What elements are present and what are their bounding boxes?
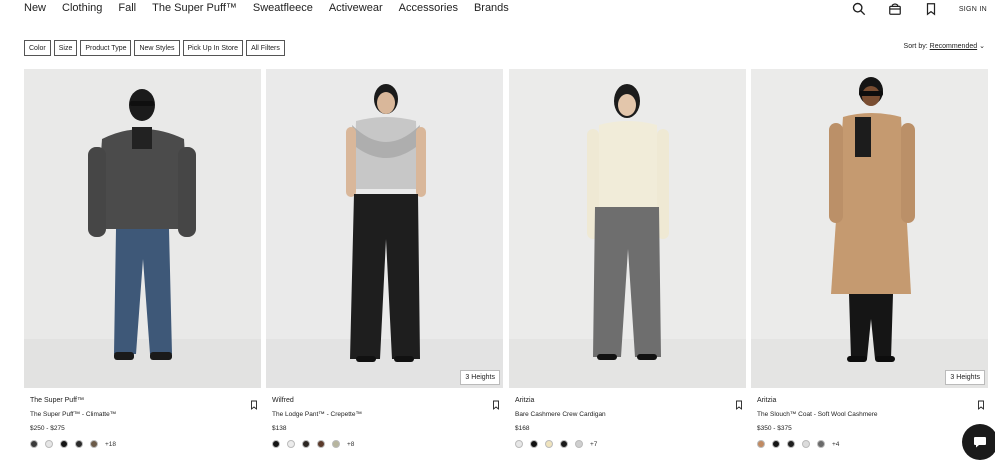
product-image[interactable]: 3 Heights	[266, 69, 503, 388]
nav-actions: SIGN IN	[851, 0, 995, 18]
chat-button[interactable]	[962, 424, 995, 460]
color-swatch[interactable]	[287, 440, 295, 448]
product-name[interactable]: The Lodge Pant™ - Crepette™	[272, 411, 362, 418]
color-swatch[interactable]	[332, 440, 340, 448]
nav-link-clothing[interactable]: Clothing	[62, 2, 102, 14]
product-price: $168	[515, 425, 530, 432]
bag-icon[interactable]	[887, 1, 903, 17]
color-swatch[interactable]	[817, 440, 825, 448]
sign-in-link[interactable]: SIGN IN	[959, 6, 987, 13]
top-navigation: New Clothing Fall The Super Puff™ Sweatf…	[0, 0, 995, 20]
bookmark-icon[interactable]	[923, 1, 939, 17]
more-colors-count[interactable]: +18	[105, 441, 116, 448]
product-card[interactable]: The Super Puff™ The Super Puff™ - Climat…	[24, 69, 261, 459]
product-name[interactable]: The Super Puff™ - Climatte™	[30, 411, 116, 418]
product-card[interactable]: 3 Heights Wilfred The Lodge Pant™ - Crep…	[266, 69, 503, 459]
filter-pick-up-in-store-button[interactable]: Pick Up In Store	[182, 40, 244, 56]
product-card[interactable]: 3 Heights Aritzia The Slouch™ Coat - Sof…	[751, 69, 988, 459]
product-grid: The Super Puff™ The Super Puff™ - Climat…	[24, 69, 988, 459]
nav-link-fall[interactable]: Fall	[118, 2, 136, 14]
color-swatch[interactable]	[317, 440, 325, 448]
color-swatch[interactable]	[302, 440, 310, 448]
color-swatch[interactable]	[272, 440, 280, 448]
chevron-down-icon[interactable]: ⌄	[979, 42, 985, 50]
product-image[interactable]	[24, 69, 261, 388]
more-colors-count[interactable]: +7	[590, 441, 597, 448]
nav-link-new[interactable]: New	[24, 2, 46, 14]
nav-link-accessories[interactable]: Accessories	[399, 2, 458, 14]
color-swatches: +4	[757, 440, 839, 448]
all-filters-button[interactable]: All Filters	[246, 40, 285, 56]
filter-size-button[interactable]: Size	[53, 40, 78, 56]
product-name[interactable]: The Slouch™ Coat - Soft Wool Cashmere	[757, 411, 878, 418]
product-price: $350 - $375	[757, 425, 792, 432]
product-price: $250 - $275	[30, 425, 65, 432]
sort-label: Sort by:	[903, 42, 928, 50]
search-icon[interactable]	[851, 1, 867, 17]
bookmark-icon[interactable]	[976, 397, 986, 410]
product-image[interactable]	[509, 69, 746, 388]
color-swatch[interactable]	[90, 440, 98, 448]
product-brand[interactable]: Aritzia	[515, 397, 534, 404]
heights-badge[interactable]: 3 Heights	[945, 370, 985, 385]
sort-dropdown[interactable]: Recommended	[930, 43, 977, 50]
product-brand[interactable]: Aritzia	[757, 397, 776, 404]
bookmark-icon[interactable]	[249, 397, 259, 410]
color-swatch[interactable]	[787, 440, 795, 448]
color-swatch[interactable]	[515, 440, 523, 448]
more-colors-count[interactable]: +4	[832, 441, 839, 448]
color-swatch[interactable]	[30, 440, 38, 448]
filter-color-button[interactable]: Color	[24, 40, 51, 56]
product-image[interactable]: 3 Heights	[751, 69, 988, 388]
color-swatches: +18	[30, 440, 116, 448]
color-swatch[interactable]	[545, 440, 553, 448]
product-card[interactable]: Aritzia Bare Cashmere Crew Cardigan $168…	[509, 69, 746, 459]
color-swatch[interactable]	[575, 440, 583, 448]
product-brand[interactable]: Wilfred	[272, 397, 294, 404]
color-swatch[interactable]	[802, 440, 810, 448]
nav-link-super-puff[interactable]: The Super Puff™	[152, 2, 237, 14]
nav-links: New Clothing Fall The Super Puff™ Sweatf…	[24, 2, 525, 14]
nav-link-sweatfleece[interactable]: Sweatfleece	[253, 2, 313, 14]
color-swatch[interactable]	[560, 440, 568, 448]
heights-badge[interactable]: 3 Heights	[460, 370, 500, 385]
product-brand[interactable]: The Super Puff™	[30, 397, 84, 404]
filter-new-styles-button[interactable]: New Styles	[134, 40, 180, 56]
color-swatch[interactable]	[757, 440, 765, 448]
color-swatch[interactable]	[530, 440, 538, 448]
color-swatch[interactable]	[75, 440, 83, 448]
more-colors-count[interactable]: +8	[347, 441, 354, 448]
color-swatch[interactable]	[60, 440, 68, 448]
product-name[interactable]: Bare Cashmere Crew Cardigan	[515, 411, 606, 418]
color-swatch[interactable]	[772, 440, 780, 448]
color-swatches: +7	[515, 440, 597, 448]
nav-link-activewear[interactable]: Activewear	[329, 2, 383, 14]
filter-bar: Color Size Product Type New Styles Pick …	[24, 40, 285, 56]
color-swatches: +8	[272, 440, 354, 448]
bookmark-icon[interactable]	[491, 397, 501, 410]
filter-product-type-button[interactable]: Product Type	[80, 40, 132, 56]
sort-control: Sort by: Recommended ⌄	[903, 42, 985, 51]
product-price: $138	[272, 425, 287, 432]
bookmark-icon[interactable]	[734, 397, 744, 410]
nav-link-brands[interactable]: Brands	[474, 2, 509, 14]
chat-icon	[974, 437, 986, 448]
color-swatch[interactable]	[45, 440, 53, 448]
